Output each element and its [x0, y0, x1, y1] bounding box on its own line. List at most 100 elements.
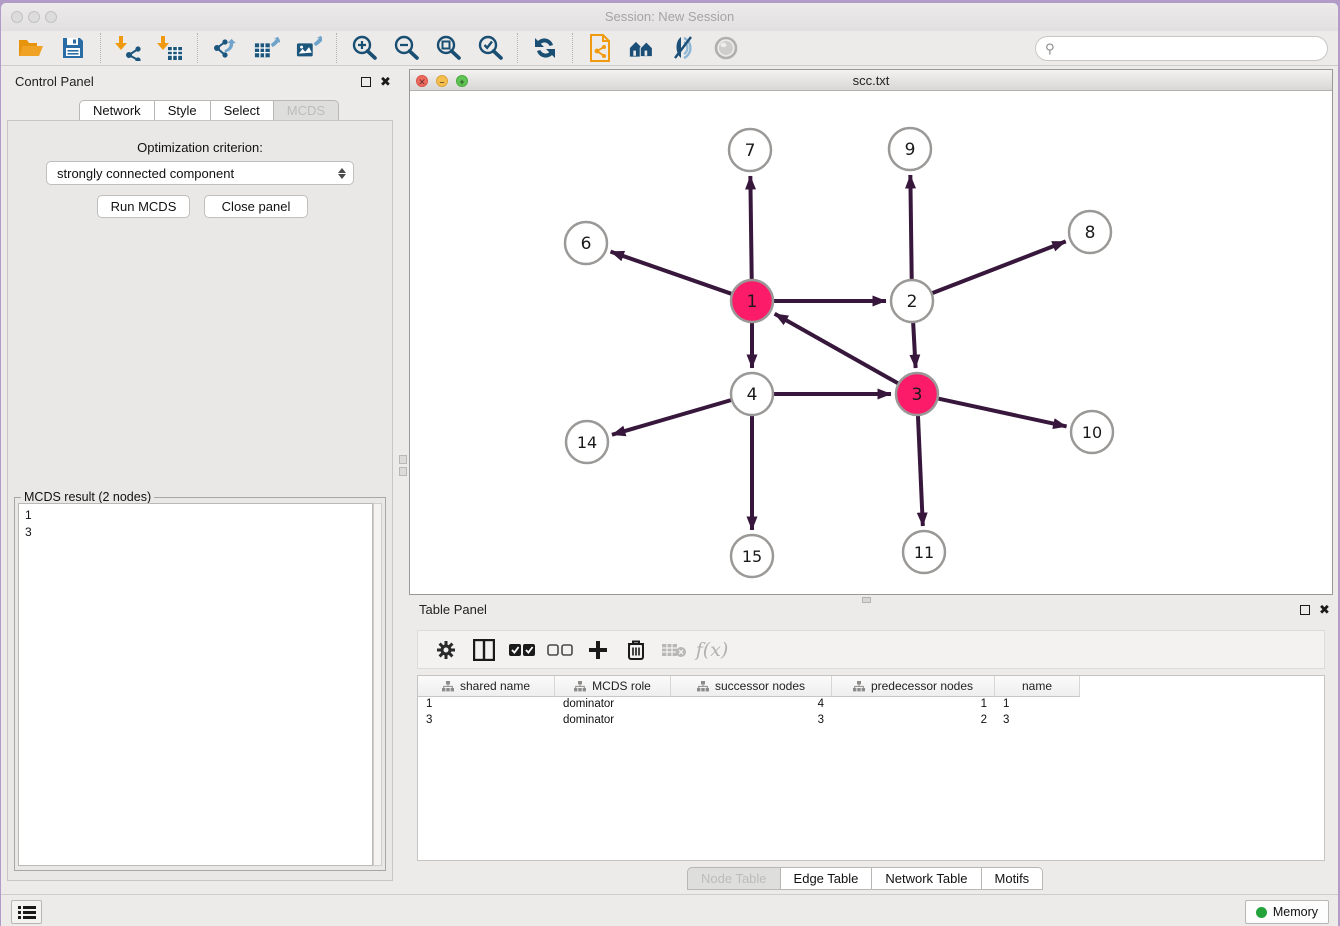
table-cell[interactable]: 3 — [671, 713, 832, 729]
table-cell[interactable]: 1 — [832, 697, 995, 713]
table-tab-network-table[interactable]: Network Table — [872, 867, 981, 890]
graph-node-3[interactable]: 3 — [896, 373, 938, 415]
open-file-icon[interactable] — [18, 35, 44, 61]
export-image-icon[interactable] — [296, 35, 322, 61]
run-mcds-button[interactable]: Run MCDS — [97, 195, 190, 218]
result-scrollbar[interactable] — [373, 503, 382, 866]
save-session-icon[interactable] — [60, 35, 86, 61]
column-header-predecessor-nodes[interactable]: predecessor nodes — [832, 676, 995, 697]
deselect-all-rows-icon[interactable] — [547, 637, 573, 663]
control-tab-select[interactable]: Select — [211, 100, 274, 121]
function-builder-icon[interactable]: f(x) — [699, 637, 725, 663]
graph-node-2[interactable]: 2 — [891, 280, 933, 322]
optimization-criterion-value: strongly connected component — [57, 166, 234, 181]
search-field[interactable]: ⚲ — [1035, 36, 1328, 61]
graph-node-1[interactable]: 1 — [731, 280, 773, 322]
edge-4-14[interactable] — [612, 400, 732, 435]
table-cell[interactable]: 3 — [418, 713, 555, 729]
select-columns-icon[interactable] — [471, 637, 497, 663]
table-tab-edge-table[interactable]: Edge Table — [781, 867, 873, 890]
control-tab-network[interactable]: Network — [79, 100, 155, 121]
export-table-icon[interactable] — [254, 35, 280, 61]
table-cell[interactable]: 1 — [418, 697, 555, 713]
table-cell[interactable]: 1 — [995, 697, 1080, 713]
graph-node-10[interactable]: 10 — [1071, 411, 1113, 453]
graph-node-4[interactable]: 4 — [731, 373, 773, 415]
column-header-MCDS-role[interactable]: MCDS role — [555, 676, 671, 697]
column-header-successor-nodes[interactable]: successor nodes — [671, 676, 832, 697]
refresh-layout-icon[interactable] — [532, 35, 558, 61]
graph-node-9[interactable]: 9 — [889, 128, 931, 170]
export-network-icon[interactable] — [212, 35, 238, 61]
table-tab-node-table[interactable]: Node Table — [687, 867, 781, 890]
close-panel-button[interactable]: Close panel — [204, 195, 308, 218]
table-tab-motifs[interactable]: Motifs — [982, 867, 1044, 890]
table-cell[interactable]: 2 — [832, 713, 995, 729]
table-cell[interactable]: 4 — [671, 697, 832, 713]
search-input[interactable] — [1055, 42, 1327, 56]
hide-selected-icon[interactable] — [671, 35, 697, 61]
graph-node-6[interactable]: 6 — [565, 222, 607, 264]
network-minimize-icon[interactable]: – — [436, 75, 448, 87]
memory-button[interactable]: Memory — [1245, 900, 1329, 924]
column-tree-icon — [697, 681, 709, 692]
control-panel-close-icon[interactable]: ✖ — [380, 77, 391, 87]
edge-3-1[interactable] — [775, 314, 899, 384]
graph-node-8[interactable]: 8 — [1069, 211, 1111, 253]
table-row[interactable]: 1dominator411 — [418, 697, 1324, 713]
select-all-rows-icon[interactable] — [509, 637, 535, 663]
node-table: shared nameMCDS rolesuccessor nodesprede… — [417, 675, 1325, 861]
edge-3-11[interactable] — [918, 415, 923, 526]
task-history-button[interactable] — [11, 900, 42, 924]
edge-3-10[interactable] — [938, 398, 1067, 426]
import-table-file-icon[interactable] — [157, 35, 183, 61]
zoom-fit-icon[interactable] — [435, 35, 461, 61]
network-canvas[interactable]: 7 9 6 8 1 2 4 3 14 10 15 11 — [410, 92, 1332, 594]
graph-node-15[interactable]: 15 — [731, 535, 773, 577]
toolbar-separator — [517, 33, 518, 63]
import-network-file-icon[interactable] — [115, 35, 141, 61]
svg-text:1: 1 — [747, 292, 758, 312]
network-resize-grip[interactable] — [862, 597, 871, 603]
toolbar-separator — [572, 33, 573, 63]
graph-node-11[interactable]: 11 — [903, 531, 945, 573]
table-panel-float-icon[interactable] — [1300, 605, 1310, 615]
add-column-icon[interactable] — [585, 637, 611, 663]
optimization-criterion-select[interactable]: strongly connected component — [46, 161, 354, 185]
control-panel-tabs: NetworkStyleSelectMCDS — [79, 100, 339, 121]
table-cell[interactable]: dominator — [555, 713, 671, 729]
mcds-result-textarea[interactable]: 1 3 — [18, 503, 373, 866]
edge-2-9[interactable] — [910, 175, 911, 280]
new-network-from-selection-icon[interactable] — [587, 35, 613, 61]
first-neighbors-icon[interactable] — [629, 35, 655, 61]
table-panel-close-icon[interactable]: ✖ — [1319, 605, 1330, 615]
graph-node-14[interactable]: 14 — [566, 421, 608, 463]
delete-column-icon[interactable] — [623, 637, 649, 663]
control-tab-style[interactable]: Style — [155, 100, 211, 121]
table-settings-icon[interactable] — [433, 637, 459, 663]
control-panel-float-icon[interactable] — [361, 77, 371, 87]
control-tab-mcds[interactable]: MCDS — [274, 100, 339, 121]
table-toolbar: f(x) — [417, 630, 1325, 669]
zoom-out-icon[interactable] — [393, 35, 419, 61]
edge-1-6[interactable] — [611, 252, 733, 294]
toolbar-separator — [336, 33, 337, 63]
network-close-icon[interactable]: ✕ — [416, 75, 428, 87]
delete-table-icon[interactable] — [661, 637, 687, 663]
table-row[interactable]: 3dominator323 — [418, 713, 1324, 729]
table-cell[interactable]: 3 — [995, 713, 1080, 729]
zoom-selected-icon[interactable] — [477, 35, 503, 61]
edge-1-7[interactable] — [750, 176, 751, 280]
graph-node-7[interactable]: 7 — [729, 129, 771, 171]
panel-splitter[interactable] — [399, 455, 407, 479]
svg-text:10: 10 — [1082, 423, 1102, 442]
zoom-in-icon[interactable] — [351, 35, 377, 61]
show-hidden-icon[interactable] — [713, 35, 739, 61]
network-maximize-icon[interactable]: + — [456, 75, 468, 87]
column-header-shared-name[interactable]: shared name — [418, 676, 555, 697]
edge-2-3[interactable] — [913, 322, 915, 368]
svg-text:2: 2 — [907, 292, 918, 312]
edge-2-8[interactable] — [932, 241, 1066, 293]
column-header-name[interactable]: name — [995, 676, 1080, 697]
table-cell[interactable]: dominator — [555, 697, 671, 713]
